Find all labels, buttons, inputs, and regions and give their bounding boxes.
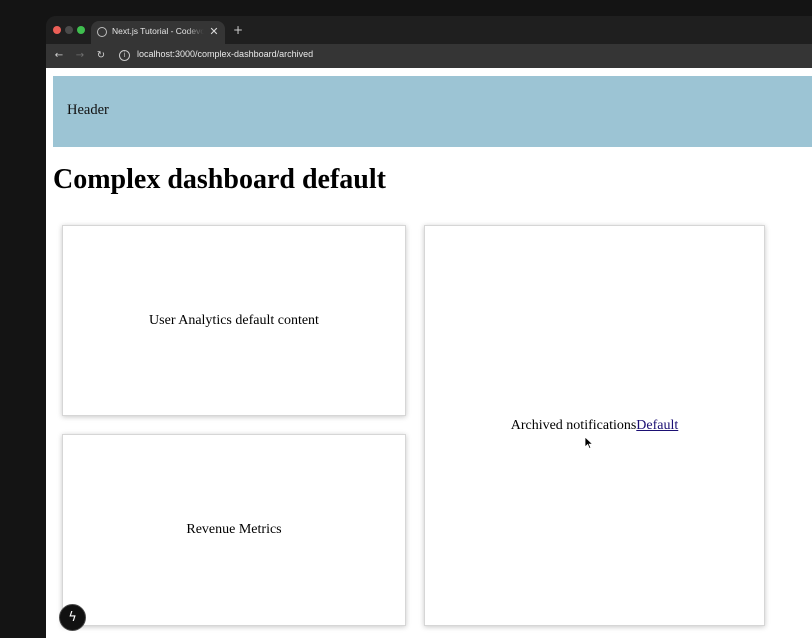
header-text: Header [67, 102, 109, 118]
reload-button[interactable]: ↻ [93, 48, 109, 64]
page-title: Complex dashboard default [53, 164, 386, 195]
default-link[interactable]: Default [636, 418, 678, 433]
tab-active[interactable]: Next.js Tutorial - Codevolution ✕ [91, 21, 225, 44]
globe-icon [97, 27, 107, 37]
user-analytics-text: User Analytics default content [149, 312, 319, 328]
lightning-bolt-icon[interactable]: ϟ [59, 604, 86, 631]
notifications-label: Archived notifications [510, 417, 637, 433]
close-tab-icon[interactable]: ✕ [207, 24, 221, 40]
browser-toolbar: ← → ↻ i localhost:3000/complex-dashboard… [46, 44, 812, 68]
new-tab-button[interactable]: + [231, 22, 245, 38]
address-bar[interactable]: localhost:3000/complex-dashboard/archive… [137, 49, 313, 59]
notifications-text: Archived notificationsDefault [511, 418, 679, 434]
maximize-window-button[interactable] [77, 26, 85, 34]
page-viewport: Header Complex dashboard default User An… [46, 68, 812, 638]
user-analytics-card: User Analytics default content [62, 225, 406, 416]
page-header: Header [53, 76, 812, 147]
revenue-metrics-text: Revenue Metrics [186, 522, 282, 537]
revenue-metrics-card: Revenue Metrics [62, 434, 406, 626]
tab-bar: Next.js Tutorial - Codevolution ✕ + [46, 16, 812, 44]
tab-title: Next.js Tutorial - Codevolution [112, 26, 204, 36]
mouse-cursor-icon [584, 436, 594, 450]
browser-window: Next.js Tutorial - Codevolution ✕ + ← → … [46, 16, 812, 638]
notifications-card: Archived notificationsDefault [424, 225, 765, 626]
back-button[interactable]: ← [51, 48, 67, 64]
minimize-window-button[interactable] [65, 26, 73, 34]
forward-button[interactable]: → [72, 48, 88, 64]
close-window-button[interactable] [53, 26, 61, 34]
site-info-icon[interactable]: i [119, 50, 130, 61]
